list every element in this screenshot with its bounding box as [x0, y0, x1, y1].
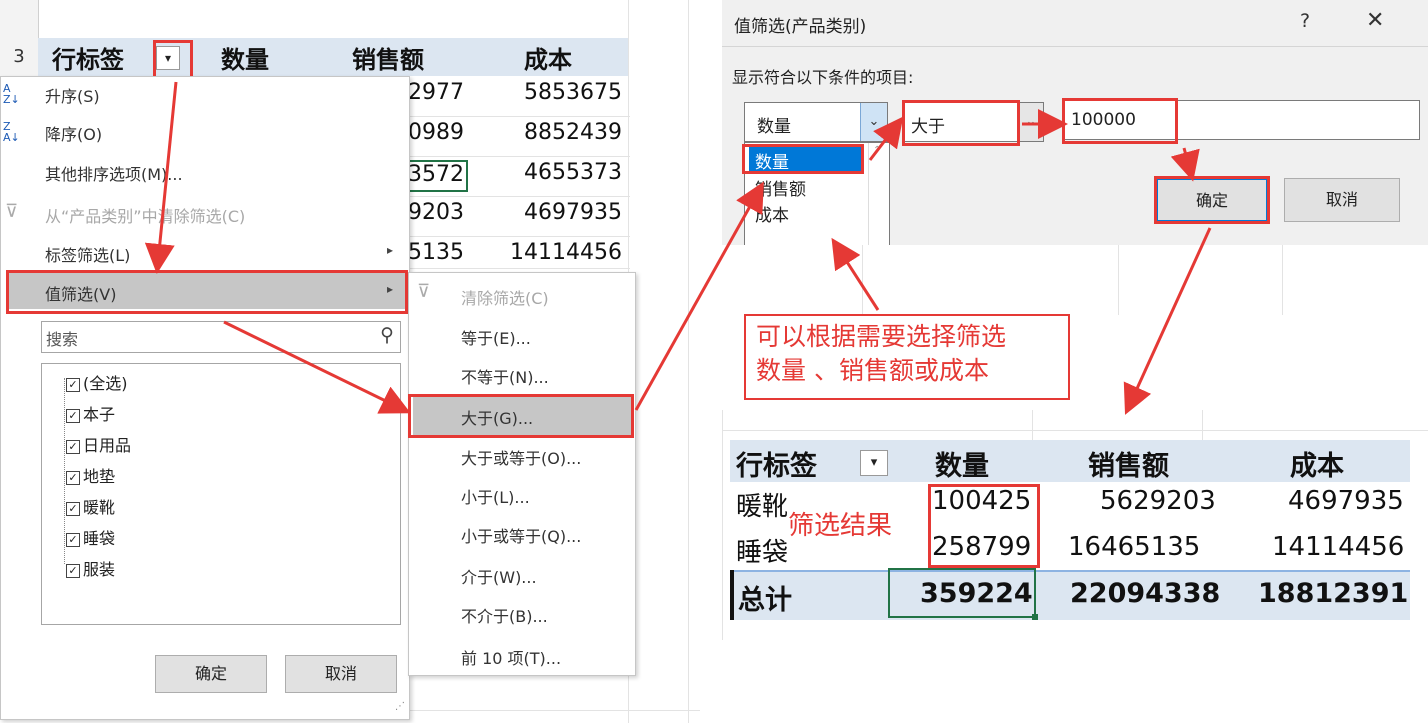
arrow-note-to-list	[831, 237, 880, 311]
arrow-to-greater-than	[223, 320, 411, 414]
arrow-threshold-to-ok	[1170, 147, 1200, 182]
arrow-field-to-operator	[868, 116, 904, 161]
arrow-dropdown-to-value-filter	[144, 81, 178, 274]
annotation-arrows	[144, 81, 1212, 415]
arrow-ok-to-result	[1123, 227, 1212, 415]
arrow-to-dialog	[634, 181, 764, 411]
